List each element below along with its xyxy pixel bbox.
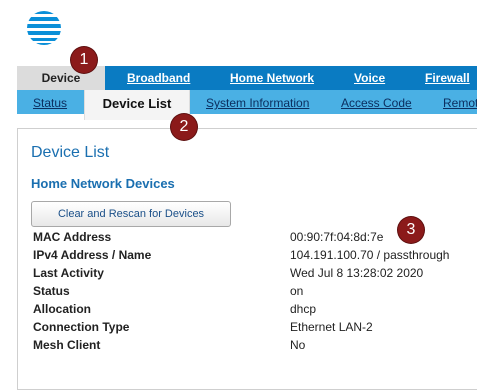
detail-label: MAC Address xyxy=(33,230,112,244)
detail-value: No xyxy=(290,338,306,352)
subtab-remote[interactable]: Remot xyxy=(443,90,477,114)
detail-value: 00:90:7f:04:8d:7e xyxy=(290,230,384,244)
page-title: Device List xyxy=(31,144,110,161)
subtab-system-information[interactable]: System Information xyxy=(206,90,309,114)
annotation-badge-3: 3 xyxy=(398,217,424,243)
detail-value: Ethernet LAN-2 xyxy=(290,320,373,334)
detail-label: Status xyxy=(33,284,70,298)
detail-value: dhcp xyxy=(290,302,317,316)
att-globe-logo xyxy=(27,11,61,45)
detail-value: on xyxy=(290,284,304,298)
sub-nav: Status Device List System Information Ac… xyxy=(17,90,477,120)
detail-label: Connection Type xyxy=(33,320,130,334)
tab-home-network[interactable]: Home Network xyxy=(230,66,314,90)
section-title: Home Network Devices xyxy=(31,176,175,191)
subtab-device-list[interactable]: Device List xyxy=(84,90,190,120)
clear-rescan-button[interactable]: Clear and Rescan for Devices xyxy=(31,201,231,227)
detail-value: Wed Jul 8 13:28:02 2020 xyxy=(290,266,424,280)
subtab-access-code[interactable]: Access Code xyxy=(341,90,412,114)
annotation-badge-2: 2 xyxy=(171,114,197,140)
detail-label: IPv4 Address / Name xyxy=(33,248,152,262)
annotation-badge-1: 1 xyxy=(71,47,97,73)
tab-voice[interactable]: Voice xyxy=(354,66,385,90)
tab-broadband[interactable]: Broadband xyxy=(127,66,190,90)
detail-label: Mesh Client xyxy=(33,338,101,352)
subtab-status[interactable]: Status xyxy=(33,90,67,114)
detail-label: Last Activity xyxy=(33,266,104,280)
tab-firewall[interactable]: Firewall xyxy=(425,66,470,90)
detail-value: 104.191.100.70 / passthrough xyxy=(290,248,450,262)
detail-label: Allocation xyxy=(33,302,92,316)
